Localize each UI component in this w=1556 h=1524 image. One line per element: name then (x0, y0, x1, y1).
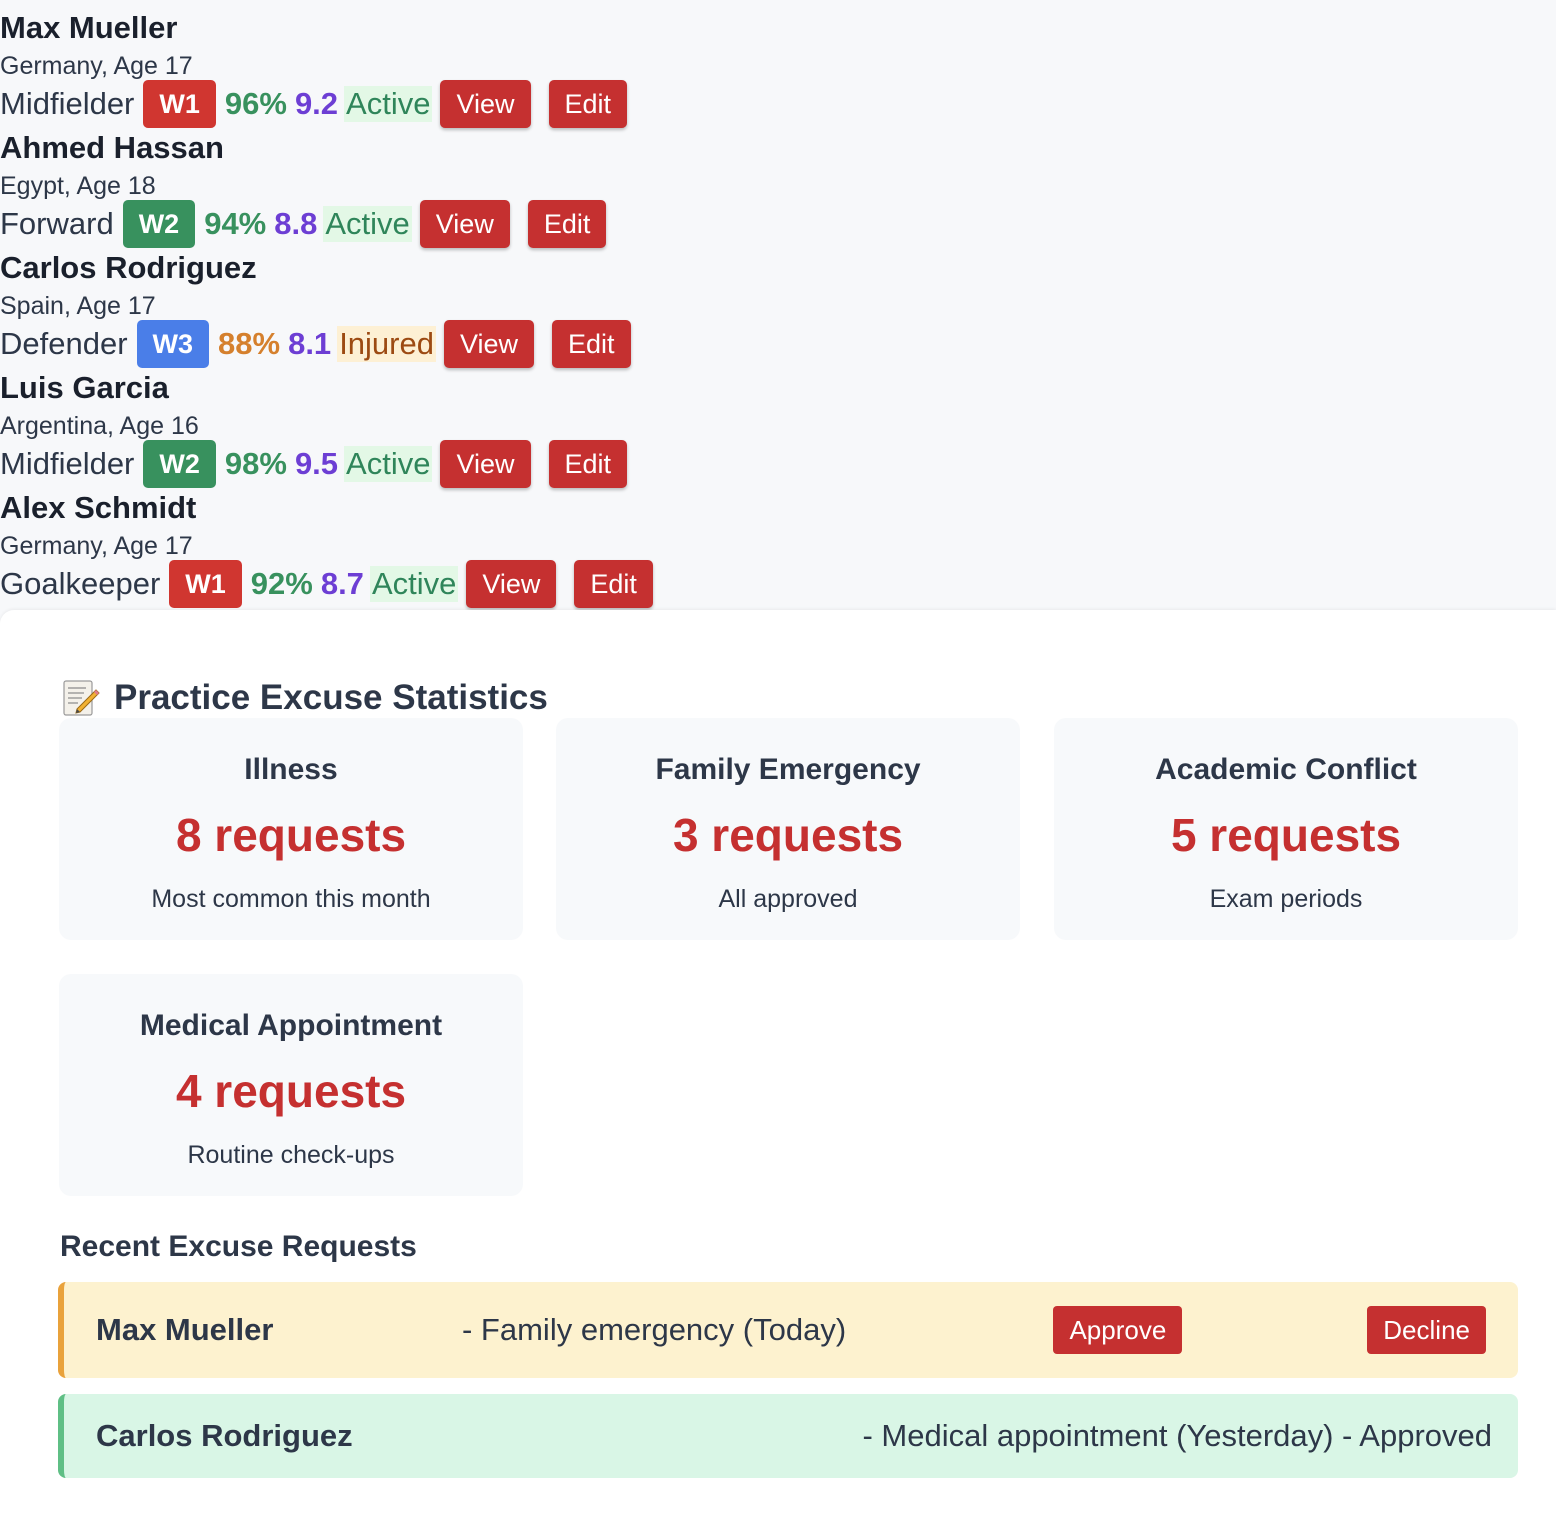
player-meta: Germany, Age 17 (0, 532, 193, 560)
player-name: Ahmed Hassan (0, 130, 224, 165)
player-item: Max Mueller Germany, Age 17 Midfielder W… (0, 6, 1556, 128)
status-badge: Active (369, 566, 459, 602)
attendance-percent: 98% (224, 446, 287, 481)
player-meta: Egypt, Age 18 (0, 172, 156, 200)
player-meta: Argentina, Age 16 (0, 412, 199, 440)
stat-card-desc: Most common this month (151, 885, 431, 913)
stat-card-family-emergency: Family Emergency 3 requests All approved (556, 718, 1020, 940)
edit-button[interactable]: Edit (548, 80, 628, 128)
stat-card-value: 3 requests (672, 809, 904, 861)
edit-button[interactable]: Edit (527, 200, 607, 248)
edit-button[interactable]: Edit (548, 440, 628, 488)
player-meta: Spain, Age 17 (0, 292, 156, 320)
player-rating: 8.8 (274, 206, 318, 241)
player-details: Midfielder W1 96% 9.2 Active View Edit (0, 80, 1556, 128)
stat-card-label: Medical Appointment (139, 1009, 443, 1042)
player-rating: 8.1 (288, 326, 332, 361)
panel-title-text: Practice Excuse Statistics (114, 678, 548, 717)
status-badge: Active (323, 206, 412, 242)
player-name: Alex Schmidt (0, 490, 197, 525)
stat-card-label: Family Emergency (655, 753, 921, 786)
request-player-name: Carlos Rodriguez (96, 1418, 353, 1453)
approve-button[interactable]: Approve (1053, 1306, 1183, 1354)
stat-card-illness: Illness 8 requests Most common this mont… (59, 718, 523, 940)
attendance-percent: 94% (204, 206, 267, 241)
view-button[interactable]: View (443, 320, 535, 368)
excuse-request-item: Carlos Rodriguez - Medical appointment (… (58, 1394, 1518, 1478)
stat-card-value: 5 requests (1170, 809, 1402, 861)
stat-card-desc: All approved (718, 885, 858, 913)
player-list: Max Mueller Germany, Age 17 Midfielder W… (0, 6, 1556, 610)
status-badge: Injured (337, 326, 436, 362)
attendance-percent: 96% (224, 86, 287, 121)
stat-card-value: 4 requests (175, 1065, 407, 1117)
edit-button[interactable]: Edit (574, 560, 653, 608)
status-badge: Active (344, 446, 433, 482)
view-button[interactable]: View (419, 200, 510, 248)
wave-badge: W1 (143, 80, 216, 128)
player-position: Defender (0, 326, 128, 361)
stat-card-value: 8 requests (175, 809, 407, 861)
stat-card-medical-appointment: Medical Appointment 4 requests Routine c… (59, 974, 523, 1196)
view-button[interactable]: View (440, 440, 531, 488)
wave-badge: W3 (136, 320, 210, 368)
player-details: Midfielder W2 98% 9.5 Active View Edit (0, 440, 1556, 488)
player-rating: 9.2 (294, 86, 339, 121)
view-button[interactable]: View (440, 80, 531, 128)
excuse-stats-panel: Practice Excuse Statistics Illness 8 req… (0, 610, 1556, 1524)
player-rating: 8.7 (320, 566, 364, 601)
excuse-request-item: Max Mueller - Family emergency (Today) A… (58, 1282, 1518, 1378)
player-name: Carlos Rodriguez (0, 250, 257, 285)
stat-card-academic-conflict: Academic Conflict 5 requests Exam period… (1054, 718, 1518, 940)
player-name: Max Mueller (0, 10, 178, 45)
status-badge: Active (344, 86, 433, 122)
player-details: Forward W2 94% 8.8 Active View Edit (0, 200, 1556, 248)
player-item: Alex Schmidt Germany, Age 17 Goalkeeper … (0, 486, 1556, 608)
attendance-percent: 92% (250, 566, 313, 601)
request-player-name: Max Mueller (96, 1312, 274, 1347)
memo-icon (62, 678, 100, 718)
player-position: Forward (0, 206, 114, 241)
player-details: Goalkeeper W1 92% 8.7 Active View Edit (0, 560, 1556, 608)
wave-badge: W1 (169, 560, 242, 608)
player-item: Carlos Rodriguez Spain, Age 17 Defender … (0, 246, 1556, 368)
edit-button[interactable]: Edit (552, 320, 631, 368)
recent-requests-title: Recent Excuse Requests (60, 1230, 417, 1263)
player-meta: Germany, Age 17 (0, 52, 193, 80)
panel-title: Practice Excuse Statistics (62, 674, 548, 722)
player-item: Ahmed Hassan Egypt, Age 18 Forward W2 94… (0, 126, 1556, 248)
stat-card-label: Illness (244, 753, 338, 786)
player-position: Goalkeeper (0, 566, 161, 601)
request-text: - Family emergency (Today) (462, 1312, 847, 1347)
stat-card-label: Academic Conflict (1155, 753, 1417, 786)
wave-badge: W2 (122, 200, 196, 248)
player-rating: 9.5 (294, 446, 339, 481)
stat-card-desc: Routine check-ups (187, 1141, 395, 1169)
player-position: Midfielder (0, 86, 135, 121)
attendance-percent: 88% (218, 326, 281, 361)
player-name: Luis Garcia (0, 370, 169, 405)
player-details: Defender W3 88% 8.1 Injured View Edit (0, 320, 1556, 368)
stat-card-desc: Exam periods (1209, 885, 1363, 913)
player-position: Midfielder (0, 446, 135, 481)
player-item: Luis Garcia Argentina, Age 16 Midfielder… (0, 366, 1556, 488)
wave-badge: W2 (143, 440, 216, 488)
decline-button[interactable]: Decline (1367, 1306, 1486, 1354)
view-button[interactable]: View (466, 560, 557, 608)
request-text: - Medical appointment (Yesterday) - Appr… (862, 1418, 1492, 1453)
